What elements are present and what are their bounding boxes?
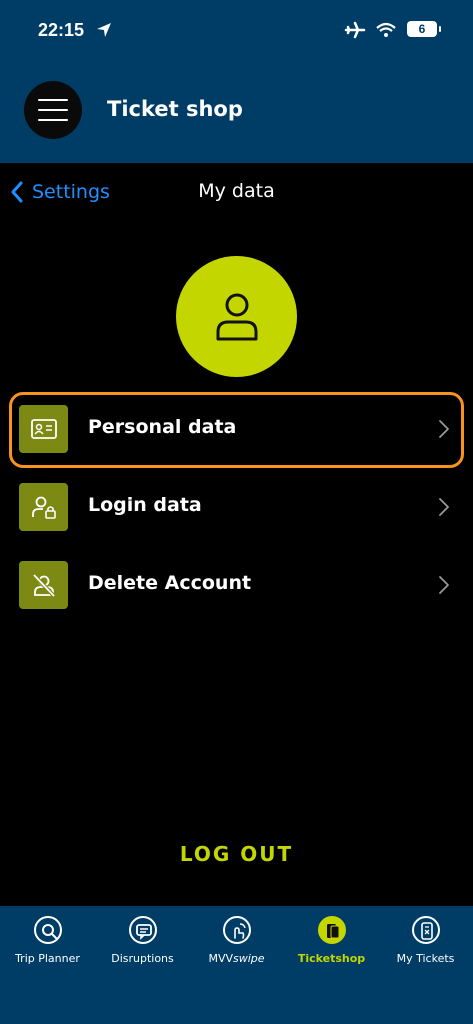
page-title: My data xyxy=(198,180,275,202)
tab-ticketshop[interactable]: Ticketshop xyxy=(284,916,379,965)
phone-ticket-icon xyxy=(411,916,440,944)
status-time: 22:15 xyxy=(38,20,85,40)
hamburger-menu-button[interactable] xyxy=(24,81,82,139)
tab-trip-planner[interactable]: Trip Planner xyxy=(0,916,95,965)
tab-label: MVVswipe xyxy=(189,952,284,965)
airplane-icon xyxy=(344,21,366,43)
avatar xyxy=(176,256,297,377)
hamburger-line xyxy=(38,109,68,111)
navigation-bar: Settings My data xyxy=(0,163,473,219)
id-card-icon xyxy=(19,405,68,453)
user-off-icon xyxy=(19,561,68,609)
wifi-icon xyxy=(375,21,397,43)
ticketshop-icon xyxy=(317,916,346,944)
chevron-right-icon xyxy=(439,420,449,438)
tab-label: Trip Planner xyxy=(15,952,80,965)
menu-item-delete-account[interactable]: Delete Account xyxy=(9,548,464,624)
hamburger-line xyxy=(38,119,68,121)
chevron-right-icon xyxy=(439,498,449,516)
swipe-icon xyxy=(222,916,251,944)
menu-item-personal-data[interactable]: Personal data xyxy=(9,392,464,468)
header-bar: 22:15 6 Ticket shop xyxy=(0,0,473,163)
user-lock-icon xyxy=(19,483,68,531)
chevron-right-icon xyxy=(439,576,449,594)
message-icon xyxy=(128,916,157,944)
tab-label-prefix: MVV xyxy=(208,952,233,965)
tab-label: Disruptions xyxy=(111,952,174,965)
tab-disruptions[interactable]: Disruptions xyxy=(95,916,190,965)
tab-bar: Trip Planner Disruptions MVVswipe Ticket… xyxy=(0,906,473,1024)
tab-label: My Tickets xyxy=(396,952,455,965)
header-title: Ticket shop xyxy=(107,97,243,121)
menu-item-label: Personal data xyxy=(88,416,237,438)
tab-mvv-swipe[interactable]: MVVswipe xyxy=(189,916,284,965)
menu-item-label: Login data xyxy=(88,494,202,516)
tab-my-tickets[interactable]: My Tickets xyxy=(378,916,473,965)
battery-icon: 6 xyxy=(407,21,441,37)
user-icon xyxy=(216,293,258,341)
menu-item-login-data[interactable]: Login data xyxy=(9,470,464,546)
hamburger-line xyxy=(38,99,68,101)
menu-item-label: Delete Account xyxy=(88,572,252,594)
status-bar: 22:15 6 xyxy=(0,18,473,46)
location-arrow-icon xyxy=(96,22,112,42)
logout-button[interactable]: LOG OUT xyxy=(0,842,473,866)
tab-label-suffix: swipe xyxy=(233,952,265,965)
search-icon xyxy=(33,916,62,944)
tab-label: Ticketshop xyxy=(297,952,366,965)
